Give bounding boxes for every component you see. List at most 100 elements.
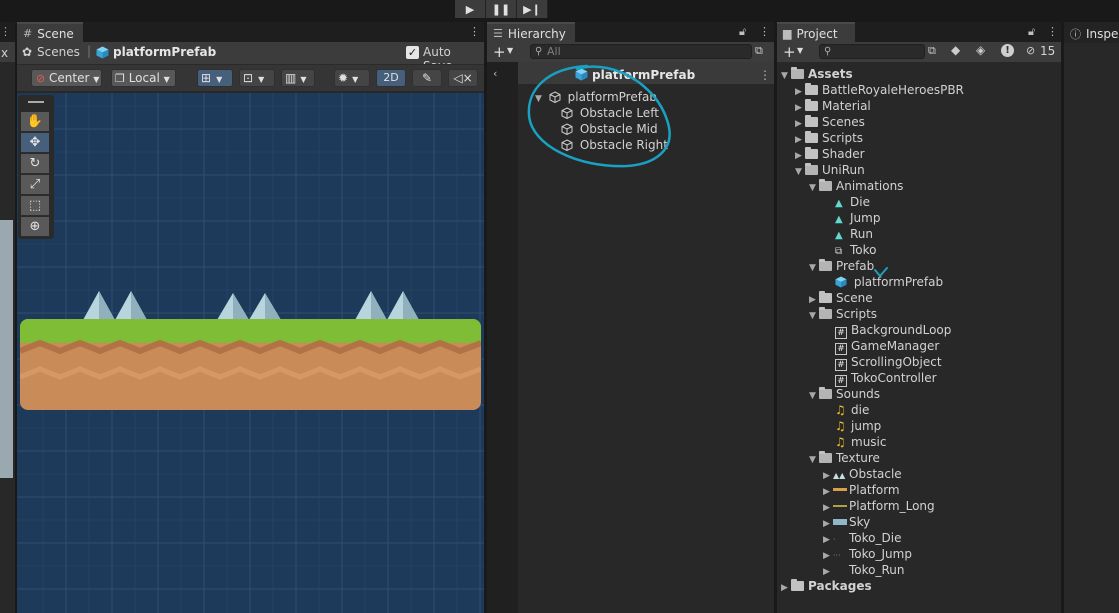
rect-tool-button[interactable]: ⬚ xyxy=(21,196,49,216)
pause-button[interactable]: ❚❚ xyxy=(486,0,517,18)
search-icon: ⚲ xyxy=(824,46,832,57)
warning-icon[interactable]: ! xyxy=(1001,44,1014,57)
chevron-down-icon[interactable]: ▼ xyxy=(797,46,803,55)
tree-folder-sounds[interactable]: ▼ Sounds xyxy=(809,386,880,402)
step-button[interactable]: ▶❙ xyxy=(517,0,548,18)
scene-view[interactable]: ✋ ✥ ↻ ⤢ ⬚ ⊕ xyxy=(17,93,484,613)
breadcrumb-prefab[interactable]: platformPrefab xyxy=(113,45,216,59)
tree-folder-animations[interactable]: ▼ Animations xyxy=(809,178,903,194)
move-tool-button[interactable]: ✥ xyxy=(21,133,49,153)
tree-label: UniRun xyxy=(822,163,865,177)
prefab-header-menu-icon[interactable]: ⋮ xyxy=(759,68,771,82)
breadcrumb-scenes[interactable]: Scenes xyxy=(37,45,80,59)
tree-prefab-item[interactable]: platformPrefab xyxy=(835,274,943,290)
create-plus-icon[interactable]: + xyxy=(783,43,796,61)
palette-drag-handle[interactable] xyxy=(28,101,44,103)
create-plus-icon[interactable]: + xyxy=(493,43,506,61)
increment-snap-toggle[interactable]: ▥ ▼ xyxy=(281,69,315,87)
tree-label: Toko_Die xyxy=(849,531,902,545)
tree-label: Run xyxy=(850,227,874,241)
tree-texture-item[interactable]: ▶ Platform xyxy=(823,482,900,498)
tree-anim-item[interactable]: ▲ Jump xyxy=(835,210,880,226)
unity-scenes-icon: ✿ xyxy=(22,45,33,59)
play-button[interactable]: ▶ xyxy=(455,0,486,18)
search-scene-icon[interactable]: ⧉ xyxy=(928,44,936,58)
tab-inspector[interactable]: ⓘ Inspe xyxy=(1064,22,1119,43)
project-menu-icon[interactable]: ⋮ xyxy=(1047,25,1058,38)
audio-clip-icon: ♫ xyxy=(835,419,846,433)
tree-folder[interactable]: ▶ Scenes xyxy=(795,114,865,130)
expanded-triangle-icon: ▼ xyxy=(809,183,816,193)
inspector-tabbar: ⓘ Inspe xyxy=(1064,22,1119,43)
tree-anim-item[interactable]: ▲ Run xyxy=(835,226,873,242)
tree-script-item[interactable]: # ScrollingObject xyxy=(835,354,942,371)
hand-tool-button[interactable]: ✋ xyxy=(21,112,49,132)
left-stub-text: x xyxy=(1,46,9,60)
tab-hierarchy[interactable]: ☰ Hierarchy xyxy=(487,22,575,43)
tree-sound-item[interactable]: ♫ jump xyxy=(835,418,881,434)
mode-2d-toggle[interactable]: 2D xyxy=(376,69,406,87)
scene-menu-icon[interactable]: ⋮ xyxy=(469,25,480,38)
hierarchy-search-input[interactable]: ⚲ All xyxy=(530,44,752,59)
tree-script-item[interactable]: # TokoController xyxy=(835,370,937,387)
filter-label-icon[interactable]: ◈ xyxy=(976,43,985,57)
tab-hierarchy-label: Hierarchy xyxy=(507,26,566,41)
draw-mode-toggle[interactable]: ✹ ▼ xyxy=(334,69,370,87)
audio-toggle[interactable]: ◁× xyxy=(448,69,478,87)
hierarchy-panel: ☰ Hierarchy 🔓︎ ⋮ + ▼ ⚲ All ⧉ ‹ platformP… xyxy=(487,22,774,613)
tree-anim-item[interactable]: ▲ Die xyxy=(835,194,870,210)
project-searchbar: + ▼ ⚲ ⧉ ◆ ◈ ! ⊘ 15 xyxy=(777,42,1061,62)
space-dropdown[interactable]: ❒ Local ▼ xyxy=(111,69,176,87)
tree-texture-item[interactable]: ▶ ▲▲ Obstacle xyxy=(823,466,902,482)
tree-label: Scene xyxy=(836,291,873,305)
tree-assets[interactable]: ▼ Assets xyxy=(781,66,853,82)
tree-folder[interactable]: ▶ BattleRoyaleHeroesPBR xyxy=(795,82,964,98)
search-scene-icon[interactable]: ⧉ xyxy=(755,44,763,58)
tree-texture-item[interactable]: ▶ Toko_Run xyxy=(823,562,905,578)
tree-packages[interactable]: ▶ Packages xyxy=(781,578,872,594)
grid-snap-toggle[interactable]: ⊞ ▼ xyxy=(197,69,233,87)
transform-tool-button[interactable]: ⊕ xyxy=(21,217,49,237)
chevron-down-icon[interactable]: ▼ xyxy=(507,46,513,55)
pivot-dropdown[interactable]: ⊘ Center ▼ xyxy=(31,69,102,87)
filter-type-icon[interactable]: ◆ xyxy=(951,43,960,57)
hidden-eye-icon[interactable]: ⊘ xyxy=(1026,44,1035,57)
chevron-down-icon: ▼ xyxy=(352,75,359,84)
tree-folder[interactable]: ▶ Scene xyxy=(809,290,873,306)
tree-texture-item[interactable]: ▶ Sky xyxy=(823,514,870,530)
tree-folder-prefab[interactable]: ▼ Prefab xyxy=(809,258,874,274)
tree-anim-item[interactable]: ⧉ Toko xyxy=(835,242,877,258)
lock-icon[interactable]: 🔓︎ xyxy=(1028,25,1035,39)
tab-scene[interactable]: # Scene xyxy=(17,22,83,43)
pivot-label: Center xyxy=(49,71,90,85)
hierarchy-menu-icon[interactable]: ⋮ xyxy=(759,25,770,38)
tree-texture-item[interactable]: ▶ · Toko_Die xyxy=(823,530,901,546)
audio-clip-icon: ♫ xyxy=(835,435,846,449)
tree-script-item[interactable]: # GameManager xyxy=(835,338,939,355)
transform-icon: ⊕ xyxy=(29,219,41,234)
rect-icon: ⬚ xyxy=(28,198,42,213)
rotate-tool-button[interactable]: ↻ xyxy=(21,154,49,174)
tree-folder-texture[interactable]: ▼ Texture xyxy=(809,450,880,466)
tree-folder-unirun[interactable]: ▼ UniRun xyxy=(795,162,865,178)
scale-tool-button[interactable]: ⤢ xyxy=(21,175,49,195)
grid-visibility-toggle[interactable]: ⊡ ▼ xyxy=(239,69,275,87)
project-search-input[interactable]: ⚲ xyxy=(819,44,925,59)
tree-label: Scenes xyxy=(822,115,865,129)
menu-dots-icon[interactable]: ⋮ xyxy=(0,25,11,38)
tab-project[interactable]: ▆ Project xyxy=(777,22,855,43)
tree-texture-item[interactable]: ▶ Platform_Long xyxy=(823,498,935,514)
lighting-toggle[interactable]: ✎ xyxy=(412,69,442,87)
tree-folder[interactable]: ▶ Scripts xyxy=(795,130,863,146)
back-arrow-icon[interactable]: ‹ xyxy=(493,67,497,80)
tree-script-item[interactable]: # BackgroundLoop xyxy=(835,322,951,339)
tree-folder-scripts[interactable]: ▼ Scripts xyxy=(809,306,877,322)
annotation-circle xyxy=(527,64,671,168)
lock-icon[interactable]: 🔓︎ xyxy=(739,25,746,39)
tree-texture-item[interactable]: ▶ ··· Toko_Jump xyxy=(823,546,912,562)
tree-sound-item[interactable]: ♫ music xyxy=(835,434,886,450)
auto-save-checkbox[interactable]: ✓ xyxy=(406,46,419,59)
tree-folder[interactable]: ▶ Material xyxy=(795,98,871,114)
tree-folder[interactable]: ▶ Shader xyxy=(795,146,865,162)
tree-sound-item[interactable]: ♫ die xyxy=(835,402,869,418)
